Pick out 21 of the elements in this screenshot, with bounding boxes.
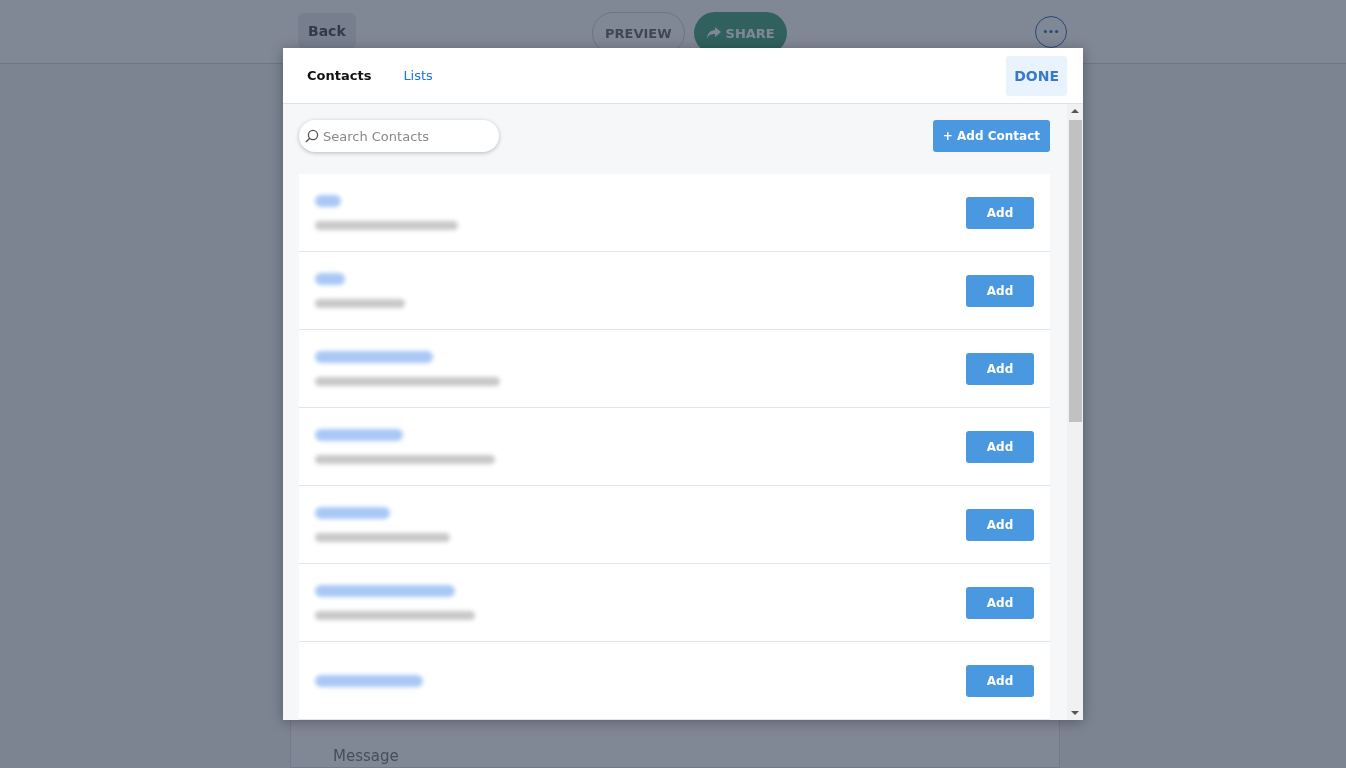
search-field[interactable]: Search Contacts <box>299 120 499 152</box>
share-icon <box>705 26 722 40</box>
add-button[interactable]: Add <box>966 274 1034 307</box>
add-button[interactable]: Add <box>966 508 1034 541</box>
add-button[interactable]: Add <box>966 586 1034 619</box>
tab[interactable]: Contacts <box>297 64 382 87</box>
done-button[interactable]: DONE <box>1006 55 1067 96</box>
add-button[interactable]: Add <box>966 430 1034 463</box>
more-button[interactable] <box>1035 15 1067 48</box>
message-field[interactable]: Message <box>333 747 399 767</box>
add-button[interactable]: Add <box>966 352 1034 385</box>
add-button[interactable]: Add <box>966 664 1034 697</box>
add-button[interactable]: Add <box>966 196 1034 229</box>
add-contact-button[interactable]: + Add Contact <box>932 120 1050 152</box>
blurred-name <box>315 273 345 285</box>
tab[interactable]: Lists <box>393 64 443 87</box>
back-button[interactable]: Back <box>298 12 356 49</box>
scrollbar[interactable] <box>1067 104 1083 720</box>
more-icon <box>1043 29 1059 34</box>
scrollbar-thumb[interactable] <box>1069 120 1082 422</box>
blurred-name <box>315 195 341 207</box>
